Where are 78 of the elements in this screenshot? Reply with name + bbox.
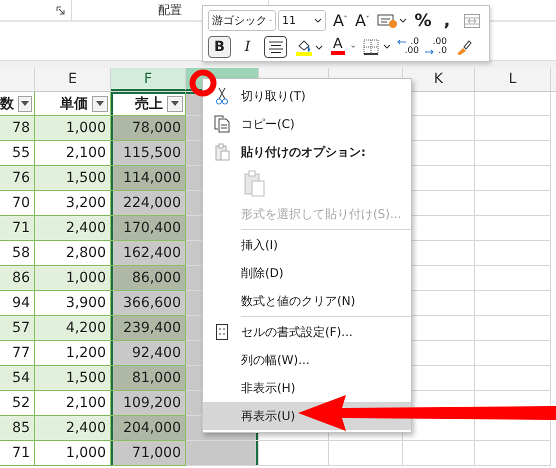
- fill-color-icon: [295, 38, 323, 56]
- align-center-button[interactable]: [264, 36, 287, 58]
- chevron-down-icon: [350, 44, 355, 49]
- font-dropdown[interactable]: 游ゴシック: [208, 10, 276, 31]
- column-title: 数: [0, 94, 14, 114]
- scissors-icon: [216, 87, 228, 105]
- table-cell: 162,400: [111, 241, 186, 266]
- table-cell: 86,000: [111, 266, 186, 291]
- table-cell: 1,500: [35, 366, 111, 391]
- menu-item[interactable]: 列の幅(W)...: [203, 346, 411, 374]
- table-cell: 92,400: [111, 341, 186, 366]
- table-cell: 2,400: [35, 216, 111, 241]
- caret-icon: [96, 101, 104, 106]
- column-title: 単価: [60, 94, 88, 114]
- group-label: 配置: [158, 2, 182, 18]
- bold-button[interactable]: B: [208, 36, 231, 58]
- table-cell: 71: [0, 441, 35, 466]
- menu-item[interactable]: セルの書式設定(F)...: [203, 318, 411, 346]
- menu-item[interactable]: 挿入(I): [203, 231, 411, 259]
- section-heading: 貼り付けのオプション:: [241, 144, 366, 160]
- font-color-button[interactable]: A: [328, 36, 358, 57]
- caret-icon: [171, 101, 179, 106]
- borders-icon: [363, 38, 391, 54]
- table-cell: 86: [0, 266, 35, 291]
- align-center-icon: [268, 40, 282, 52]
- brush-icon: [455, 38, 473, 56]
- table-cell: 78,000: [111, 116, 186, 141]
- copy-icon: [214, 115, 230, 133]
- chevron-down-icon: [314, 18, 322, 23]
- menu-item[interactable]: 削除(D): [203, 259, 411, 287]
- table-cell: 81,000: [111, 366, 186, 391]
- decrease-decimal-button[interactable]: .0 .00: [396, 36, 422, 58]
- table-cell: 204,000: [111, 416, 186, 441]
- arrow-right-icon: [425, 48, 434, 54]
- filter-button[interactable]: [18, 96, 32, 112]
- table-cell: 1,500: [35, 166, 111, 191]
- format-cells-icon: [216, 324, 228, 340]
- table-cell: 2,400: [35, 416, 111, 441]
- menu-item[interactable]: 数式と値のクリア(N): [203, 287, 411, 315]
- column-header[interactable]: F: [111, 68, 186, 91]
- filter-button[interactable]: [167, 96, 183, 112]
- table-cell: 224,000: [111, 191, 186, 216]
- grid-cell: [403, 441, 475, 466]
- italic-button[interactable]: I: [236, 36, 259, 58]
- decrease-font-button[interactable]: A: [352, 10, 372, 31]
- table-cell: 54: [0, 366, 35, 391]
- table-cell: 366,600: [111, 291, 186, 316]
- table-cell: 170,400: [111, 216, 186, 241]
- clipboard-icon: [214, 143, 230, 161]
- table-cell: 78: [0, 116, 35, 141]
- table-cell: 1,000: [35, 266, 111, 291]
- increase-decimal-button[interactable]: .00 .0: [424, 36, 450, 58]
- number-format-button[interactable]: %: [412, 10, 434, 31]
- grid-cell: [259, 441, 329, 466]
- cell-styles-icon: [377, 12, 407, 28]
- number-format-button[interactable]: ,: [436, 10, 458, 31]
- circle-marker: [189, 69, 217, 97]
- column-title: 売上: [135, 94, 163, 114]
- table-cell: 109,200: [111, 391, 186, 416]
- menu-item[interactable]: 非表示(H): [203, 374, 411, 402]
- table-cell: 1,000: [35, 116, 111, 141]
- table-cell: 76: [0, 166, 35, 191]
- table-cell: 85: [0, 416, 35, 441]
- arrow-left-icon: [397, 38, 406, 44]
- filter-button[interactable]: [92, 96, 108, 112]
- table-cell: 4,200: [35, 316, 111, 341]
- table-cell: 114,000: [111, 166, 186, 191]
- font-dropdown[interactable]: 11: [278, 10, 326, 31]
- dialog-launcher-icon[interactable]: [56, 6, 65, 14]
- table-cell: 71: [0, 216, 35, 241]
- increase-font-button[interactable]: A: [330, 10, 350, 31]
- table-cell: 71,000: [111, 441, 186, 466]
- table-cell: 57: [0, 316, 35, 341]
- table-cell: 115,500: [111, 141, 186, 166]
- caret-icon: [21, 101, 29, 106]
- menu-item[interactable]: コピー(C): [203, 110, 411, 138]
- column-header[interactable]: L: [475, 68, 551, 91]
- table-cell: 239,400: [111, 316, 186, 341]
